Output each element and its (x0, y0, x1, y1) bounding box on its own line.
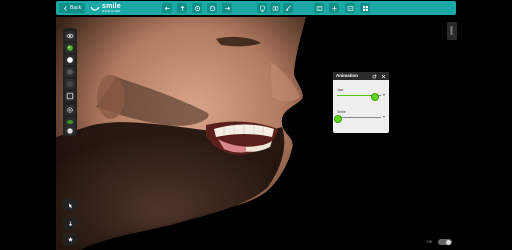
logo-subtext: DESIGNER (102, 9, 121, 13)
teeth-icon (67, 128, 73, 134)
select-tool-button[interactable] (63, 199, 77, 211)
toggle-switch[interactable] (438, 239, 452, 245)
back-label: Back (70, 5, 82, 11)
shape-button[interactable] (65, 79, 75, 89)
target-icon (194, 5, 200, 11)
viewport-3d[interactable] (56, 17, 456, 250)
panel-title: Animation (336, 73, 358, 78)
image-button[interactable] (345, 3, 355, 13)
star-icon (67, 236, 73, 242)
arrow-right-icon (224, 6, 230, 10)
brush-icon (285, 4, 291, 11)
teeth-button[interactable] (65, 127, 75, 135)
tooth-button[interactable] (257, 3, 267, 13)
gear-icon (67, 107, 73, 113)
tooth-group-icon (272, 5, 278, 11)
smile-designer-logo: smile DESIGNER (90, 2, 121, 14)
favorite-button[interactable] (63, 233, 77, 245)
arrow-down-icon (68, 220, 72, 226)
grid-icon (362, 5, 368, 11)
face-render (56, 17, 306, 250)
material-dark-button[interactable] (65, 67, 75, 77)
top-toolbar: Back smile DESIGNER (56, 1, 456, 15)
arrow-left-icon (63, 5, 67, 11)
move-down-button[interactable] (63, 217, 77, 229)
panel-header: Animation (333, 72, 389, 80)
settings-button[interactable] (65, 105, 75, 115)
arrow-up-icon (180, 5, 184, 11)
tooth-icon (259, 5, 265, 12)
image-icon (347, 5, 353, 11)
side-tab[interactable]: Save (447, 22, 457, 40)
jaw-slider-handle[interactable] (371, 92, 380, 101)
eye-icon (66, 33, 74, 39)
circle-dark-icon (67, 69, 73, 75)
export-button[interactable] (314, 3, 324, 13)
left-toolbar (63, 28, 77, 136)
jaw-slider[interactable] (337, 92, 381, 101)
center-view-button[interactable] (192, 3, 202, 13)
sphere-icon (67, 45, 73, 51)
detach-icon (372, 74, 376, 78)
smile-dropdown-caret[interactable]: ▾ (383, 115, 385, 119)
material-green-button[interactable] (65, 43, 75, 53)
visibility-button[interactable] (65, 31, 75, 41)
lips-icon (66, 120, 74, 124)
material-white-button[interactable] (65, 55, 75, 65)
smile-logo-icon (90, 6, 100, 11)
tooth-group-button[interactable] (270, 3, 280, 13)
smile-slider-handle[interactable] (334, 114, 342, 123)
export-icon (316, 5, 322, 11)
rotate-left-button[interactable] (162, 3, 172, 13)
square-outline-icon (66, 92, 74, 100)
close-panel-button[interactable] (380, 73, 386, 79)
animation-panel: Animation Jaw ▾ Smile ▾ (333, 72, 389, 133)
face-view-button[interactable] (207, 3, 217, 13)
lips-button[interactable] (65, 117, 75, 127)
jaw-slider-label: Jaw (337, 88, 344, 92)
back-button[interactable]: Back (59, 3, 86, 13)
cursor-icon (68, 202, 72, 208)
jaw-slider-fill (337, 95, 375, 96)
add-icon (331, 5, 337, 11)
square-rounded-icon (67, 81, 73, 87)
rotate-right-button[interactable] (222, 3, 232, 13)
add-button[interactable] (329, 3, 339, 13)
brush-button[interactable] (283, 3, 293, 13)
rotate-up-button[interactable] (177, 3, 187, 13)
close-icon (381, 74, 385, 78)
toggle-knob (446, 239, 451, 245)
jaw-dropdown-caret[interactable]: ▾ (383, 93, 385, 97)
arrow-left-icon (164, 6, 170, 10)
detach-button[interactable] (371, 73, 377, 79)
outline-button[interactable] (65, 91, 75, 101)
smile-slider-label: Smile (337, 110, 346, 114)
circle-white-icon (67, 57, 73, 63)
grid-button[interactable] (360, 3, 370, 13)
toggle-label: Off (427, 240, 432, 244)
smile-slider[interactable] (334, 114, 381, 123)
face-icon (209, 5, 215, 11)
